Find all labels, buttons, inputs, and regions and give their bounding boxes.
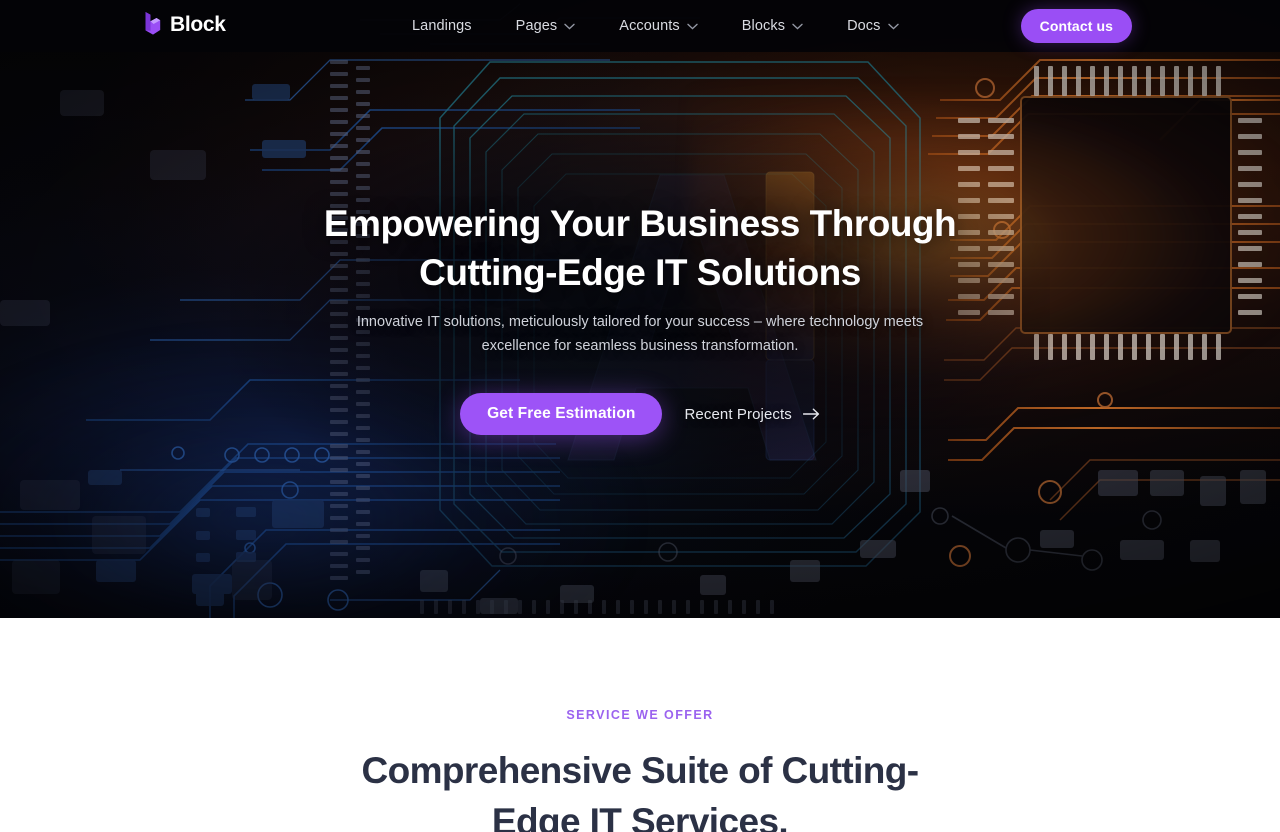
nav-item-accounts[interactable]: Accounts bbox=[597, 0, 719, 52]
services-title-line2: Edge IT Services. bbox=[491, 801, 789, 832]
nav-item-label: Pages bbox=[515, 18, 558, 34]
nav-item-label: Accounts bbox=[619, 18, 680, 34]
hero-title: Empowering Your Business Through Cutting… bbox=[290, 199, 990, 297]
hero-title-line2: Cutting-Edge IT Solutions bbox=[419, 252, 861, 293]
nav-item-pages[interactable]: Pages bbox=[494, 0, 598, 52]
nav-item-docs[interactable]: Docs bbox=[825, 0, 920, 52]
brand-logo-link[interactable]: Block bbox=[144, 12, 226, 37]
arrow-right-icon bbox=[802, 408, 819, 420]
nav-item-blocks[interactable]: Blocks bbox=[720, 0, 825, 52]
recent-projects-label: Recent Projects bbox=[684, 405, 792, 423]
get-free-estimation-button[interactable]: Get Free Estimation bbox=[460, 393, 663, 435]
hero-content: Empowering Your Business Through Cutting… bbox=[0, 0, 1280, 618]
chevron-down-icon bbox=[564, 23, 575, 30]
services-section: Service we offer Comprehensive Suite of … bbox=[0, 618, 1280, 832]
services-eyebrow: Service we offer bbox=[566, 708, 714, 722]
recent-projects-link[interactable]: Recent Projects bbox=[684, 406, 819, 423]
nav-links: Landings Pages Accounts Blocks Docs bbox=[396, 0, 921, 52]
hero-cta-group: Get Free Estimation Recent Projects bbox=[460, 393, 820, 435]
hero-title-line1: Empowering Your Business Through bbox=[323, 203, 957, 244]
nav-item-label: Blocks bbox=[741, 18, 786, 34]
contact-us-button[interactable]: Contact us bbox=[1020, 9, 1132, 43]
brand-name: Block bbox=[170, 13, 226, 36]
hero-section: Block Landings Pages Accounts Blocks Doc… bbox=[0, 0, 1280, 618]
chevron-down-icon bbox=[792, 23, 803, 30]
hero-subtitle: Innovative IT solutions, meticulously ta… bbox=[356, 314, 924, 354]
block-logo-icon bbox=[145, 12, 161, 35]
main-navbar: Block Landings Pages Accounts Blocks Doc… bbox=[0, 0, 1280, 52]
nav-item-label: Landings bbox=[412, 18, 472, 34]
services-title-line1: Comprehensive Suite of Cutting- bbox=[361, 750, 920, 791]
chevron-down-icon bbox=[887, 23, 899, 30]
chevron-down-icon bbox=[687, 23, 698, 30]
nav-item-landings[interactable]: Landings bbox=[396, 0, 494, 52]
nav-item-label: Docs bbox=[847, 18, 881, 34]
services-title: Comprehensive Suite of Cutting- Edge IT … bbox=[330, 745, 950, 832]
